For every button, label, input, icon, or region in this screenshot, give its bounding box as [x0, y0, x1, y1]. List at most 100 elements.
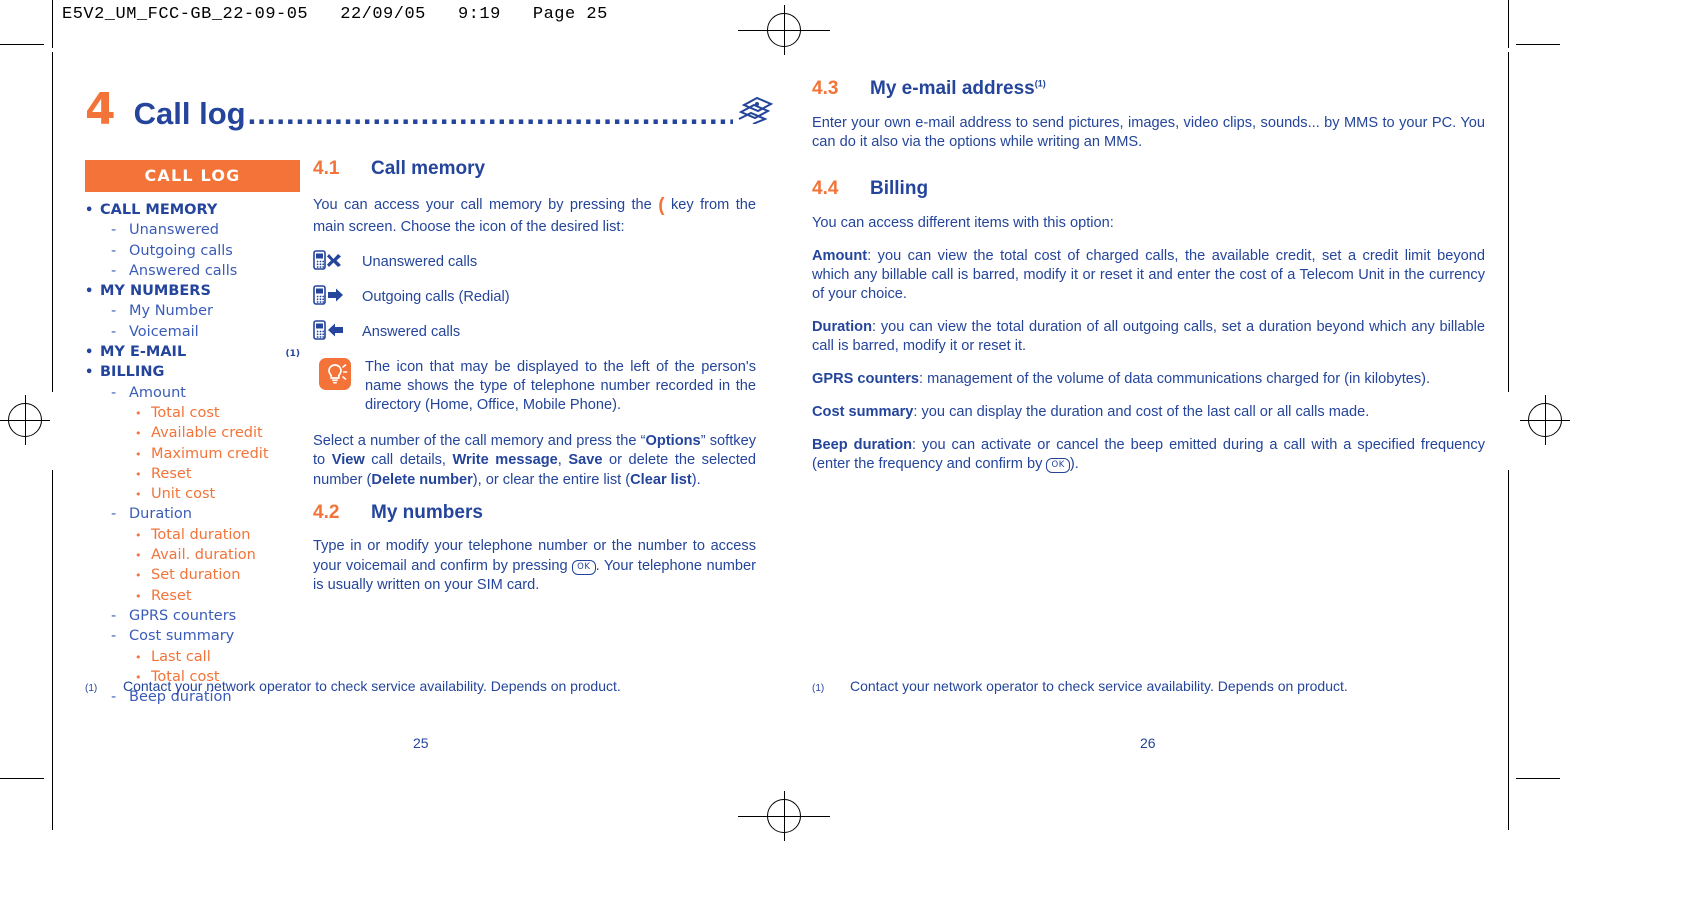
section-heading-4-1: 4.1 Call memory: [313, 158, 756, 180]
sidebar-item: • Available credit: [85, 423, 300, 443]
sidebar-item-label: Last call: [151, 648, 211, 665]
sidebar-item-label: Amount: [129, 384, 186, 401]
amount-description: : you can view the total cost of charged…: [812, 247, 1485, 302]
registration-mark-bottom: [759, 791, 809, 841]
sidebar-item-label: GPRS counters: [129, 607, 237, 624]
term-duration: Duration: [812, 318, 872, 335]
dot-bullet-icon: •: [85, 345, 94, 361]
my-numbers-paragraph: Type in or modify your telephone number …: [313, 537, 756, 595]
sidebar-item-label: Reset: [151, 587, 192, 604]
section-number: 4.3: [812, 78, 839, 99]
footnote-text: Contact your network operator to check s…: [850, 678, 1348, 694]
page-number-right: 26: [1140, 735, 1156, 751]
fax-machine-icon: [737, 94, 775, 129]
cost-summary-description: : you can display the duration and cost …: [913, 403, 1370, 420]
phone-answered-call-icon: [313, 319, 345, 344]
dash-bullet-icon: -: [111, 628, 117, 645]
billing-entry-duration: Duration: you can view the total duratio…: [812, 318, 1485, 356]
crop-mark-bottom-rule-r: [1516, 778, 1560, 779]
dash-bullet-icon: -: [111, 222, 117, 239]
call-memory-intro-paragraph: You can access your call memory by press…: [313, 193, 756, 238]
dash-bullet-icon: -: [111, 323, 117, 340]
sidebar-item: - Duration: [85, 504, 300, 524]
dash-bullet-icon: -: [111, 303, 117, 320]
term-write-message: Write message: [452, 452, 558, 469]
footnote-left-page: (1) Contact your network operator to che…: [85, 678, 745, 694]
section-heading-4-4: 4.4 Billing: [812, 178, 1485, 200]
sidebar-item: • Set duration: [85, 565, 300, 585]
sidebar-item-label: Outgoing calls: [129, 242, 233, 259]
sel-t6: ), or clear the entire list (: [472, 471, 631, 488]
dot-bullet-icon: •: [135, 447, 142, 461]
sidebar-item: • Reset: [85, 586, 300, 606]
ok-key-icon: OK: [572, 559, 596, 575]
billing-entry-gprs-counters: GPRS counters: management of the volume …: [812, 370, 1485, 389]
sidebar-item-label: BILLING: [100, 364, 165, 381]
dash-bullet-icon: -: [111, 384, 117, 401]
phone-outgoing-call-icon: [313, 284, 345, 309]
chapter-number: 4: [85, 84, 116, 135]
footnote-marker: (1): [85, 683, 98, 694]
beep-duration-text-b: ).: [1069, 455, 1079, 472]
sidebar-item: • MY NUMBERS: [85, 281, 300, 301]
sel-t3: call details,: [364, 452, 453, 469]
footnote-right-page: (1) Contact your network operator to che…: [812, 678, 1472, 694]
page-number-left: 25: [413, 735, 429, 751]
dash-bullet-icon: -: [111, 242, 117, 259]
sidebar-item-label: Available credit: [151, 425, 263, 442]
sidebar-item: • Total cost: [85, 403, 300, 423]
sidebar-item-label: MY E-MAIL: [100, 344, 187, 361]
term-gprs-counters: GPRS counters: [812, 370, 920, 387]
section-number: 4.4: [812, 177, 839, 199]
sidebar-item: • Reset: [85, 464, 300, 484]
dot-bullet-icon: •: [135, 589, 142, 603]
sidebar-item-label: Maximum credit: [151, 445, 269, 462]
list-item-unanswered-calls: Unanswered calls: [313, 249, 756, 274]
tip-callout: The icon that may be displayed to the le…: [313, 357, 756, 416]
right-column: 4.3 My e-mail address(1) Enter your own …: [812, 78, 1485, 488]
section-title-text: My e-mail address: [870, 78, 1035, 99]
section-title: Call memory: [371, 158, 486, 179]
duration-description: : you can view the total duration of all…: [812, 318, 1485, 354]
sidebar-header: CALL LOG: [85, 160, 300, 192]
phone-missed-call-icon: [313, 249, 345, 274]
middle-column: 4.1 Call memory You can access your call…: [313, 158, 756, 607]
section-number: 4.2: [313, 502, 340, 524]
print-header: E5V2_UM_FCC-GB_22-09-05 22/09/05 9:19 Pa…: [62, 5, 608, 24]
sidebar-item: • MY E-MAIL (1): [85, 342, 300, 362]
sidebar-item-footnote-marker: (1): [285, 349, 301, 360]
select-number-paragraph: Select a number of the call memory and p…: [313, 432, 756, 490]
term-save: Save: [568, 452, 603, 469]
email-address-paragraph: Enter your own e-mail address to send pi…: [812, 115, 1485, 150]
sidebar-menu-tree: CALL LOG • CALL MEMORY - Unanswered - Outgoin…: [85, 160, 300, 707]
sidebar-item-label: Total duration: [151, 526, 251, 543]
dot-bullet-icon: •: [135, 549, 142, 563]
tip-text: The icon that may be displayed to the le…: [365, 358, 756, 414]
section-title: My e-mail address(1): [870, 78, 1485, 100]
dot-bullet-icon: •: [135, 650, 142, 664]
dash-bullet-icon: -: [111, 607, 117, 624]
term-clear-list: Clear list: [630, 471, 692, 488]
dot-bullet-icon: •: [135, 569, 142, 583]
sidebar-item: - My Number: [85, 301, 300, 321]
section-heading-4-3: 4.3 My e-mail address(1): [812, 78, 1485, 100]
section-footnote-marker: (1): [1034, 78, 1046, 89]
dot-bullet-icon: •: [135, 467, 142, 481]
list-item-label: Outgoing calls (Redial): [362, 288, 510, 305]
term-delete-number: Delete number: [371, 471, 473, 488]
sidebar-item-label: My Number: [129, 303, 213, 320]
sidebar-item: • Maximum credit: [85, 444, 300, 464]
dot-bullet-icon: •: [85, 365, 94, 381]
sidebar-item-label: Reset: [151, 465, 192, 482]
dot-bullet-icon: •: [135, 427, 142, 441]
sidebar-item: • BILLING: [85, 362, 300, 382]
chapter-heading: 4 Call log .............................…: [85, 88, 775, 132]
term-amount: Amount: [812, 247, 868, 264]
sidebar-item: - Voicemail: [85, 322, 300, 342]
sidebar-item-label: Unanswered: [129, 222, 219, 239]
ok-key-icon: OK: [1046, 457, 1070, 473]
sidebar-item: - Cost summary: [85, 626, 300, 646]
crop-mark-bottom-left: [52, 790, 53, 830]
sidebar-item: • Total duration: [85, 525, 300, 545]
sidebar-item: • Avail. duration: [85, 545, 300, 565]
